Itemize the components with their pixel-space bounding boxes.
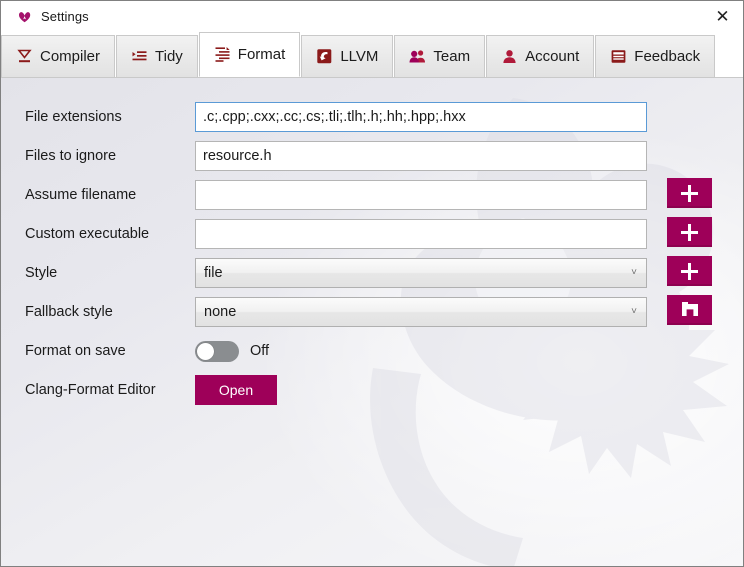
format-on-save-toggle[interactable] bbox=[195, 341, 239, 362]
clang-format-editor-label: Clang-Format Editor bbox=[25, 382, 195, 398]
style-control: file ˅ bbox=[195, 258, 647, 288]
close-icon: ✕ bbox=[715, 8, 729, 25]
compiler-icon bbox=[16, 48, 33, 65]
tab-team[interactable]: Team bbox=[394, 35, 485, 77]
account-icon bbox=[501, 48, 518, 65]
clang-format-editor-control: Open bbox=[195, 375, 277, 405]
settings-form: File extensions Files to ignore Assu bbox=[1, 78, 743, 566]
file-extensions-input[interactable] bbox=[195, 102, 647, 132]
title-bar: Settings ✕ bbox=[1, 1, 744, 32]
row-fallback-style: Fallback style none ˅ bbox=[25, 297, 725, 327]
custom-executable-label: Custom executable bbox=[25, 226, 195, 242]
format-on-save-control: Off bbox=[195, 341, 269, 362]
tab-account-label: Account bbox=[525, 48, 579, 65]
tab-tidy[interactable]: Tidy bbox=[116, 35, 198, 77]
feedback-icon bbox=[610, 48, 627, 65]
file-extensions-control bbox=[195, 102, 647, 132]
tab-format-label: Format bbox=[238, 46, 286, 63]
format-icon bbox=[214, 46, 231, 63]
style-select[interactable]: file ˅ bbox=[195, 258, 647, 288]
assume-filename-label: Assume filename bbox=[25, 187, 195, 203]
tab-llvm-label: LLVM bbox=[340, 48, 378, 65]
row-clang-format-editor: Clang-Format Editor Open bbox=[25, 375, 725, 405]
fallback-style-control: none ˅ bbox=[195, 297, 647, 327]
custom-executable-input[interactable] bbox=[195, 219, 647, 249]
row-format-on-save: Format on save Off bbox=[25, 336, 725, 366]
tab-tidy-label: Tidy bbox=[155, 48, 183, 65]
fallback-style-select[interactable]: none ˅ bbox=[195, 297, 647, 327]
format-on-save-state: Off bbox=[250, 343, 269, 359]
custom-executable-control bbox=[195, 219, 647, 249]
fallback-style-label: Fallback style bbox=[25, 304, 195, 320]
format-settings-panel: File extensions Files to ignore Assu bbox=[1, 77, 743, 566]
row-custom-executable: Custom executable bbox=[25, 219, 725, 249]
window-title: Settings bbox=[41, 9, 89, 24]
tab-format[interactable]: Format bbox=[199, 32, 301, 77]
tab-account[interactable]: Account bbox=[486, 35, 594, 77]
row-file-extensions: File extensions bbox=[25, 102, 725, 132]
settings-window: Settings ✕ Compiler bbox=[0, 0, 744, 567]
files-to-ignore-label: Files to ignore bbox=[25, 148, 195, 164]
assume-filename-control bbox=[195, 180, 647, 210]
tidy-icon bbox=[131, 48, 148, 65]
tab-team-label: Team bbox=[433, 48, 470, 65]
files-to-ignore-input[interactable] bbox=[195, 141, 647, 171]
toggle-knob bbox=[197, 343, 214, 360]
tab-feedback[interactable]: Feedback bbox=[595, 35, 715, 77]
tab-compiler-label: Compiler bbox=[40, 48, 100, 65]
chevron-down-icon: ˅ bbox=[631, 268, 637, 278]
chevron-down-icon: ˅ bbox=[631, 307, 637, 317]
open-clang-format-editor-button[interactable]: Open bbox=[195, 375, 277, 405]
close-button[interactable]: ✕ bbox=[700, 1, 744, 32]
style-label: Style bbox=[25, 265, 195, 281]
row-assume-filename: Assume filename bbox=[25, 180, 725, 210]
files-to-ignore-control bbox=[195, 141, 647, 171]
llvm-icon bbox=[316, 48, 333, 65]
assume-filename-input[interactable] bbox=[195, 180, 647, 210]
team-icon bbox=[409, 48, 426, 65]
tab-compiler[interactable]: Compiler bbox=[1, 35, 115, 77]
format-on-save-label: Format on save bbox=[25, 343, 195, 359]
tab-llvm[interactable]: LLVM bbox=[301, 35, 393, 77]
file-extensions-label: File extensions bbox=[25, 109, 195, 125]
style-select-value: file bbox=[204, 265, 223, 281]
tab-feedback-label: Feedback bbox=[634, 48, 700, 65]
tab-strip: Compiler Tidy bbox=[1, 32, 744, 77]
fallback-style-select-value: none bbox=[204, 304, 236, 320]
row-style: Style file ˅ bbox=[25, 258, 725, 288]
row-files-to-ignore: Files to ignore bbox=[25, 141, 725, 171]
clang-power-tools-logo-icon bbox=[16, 8, 34, 26]
